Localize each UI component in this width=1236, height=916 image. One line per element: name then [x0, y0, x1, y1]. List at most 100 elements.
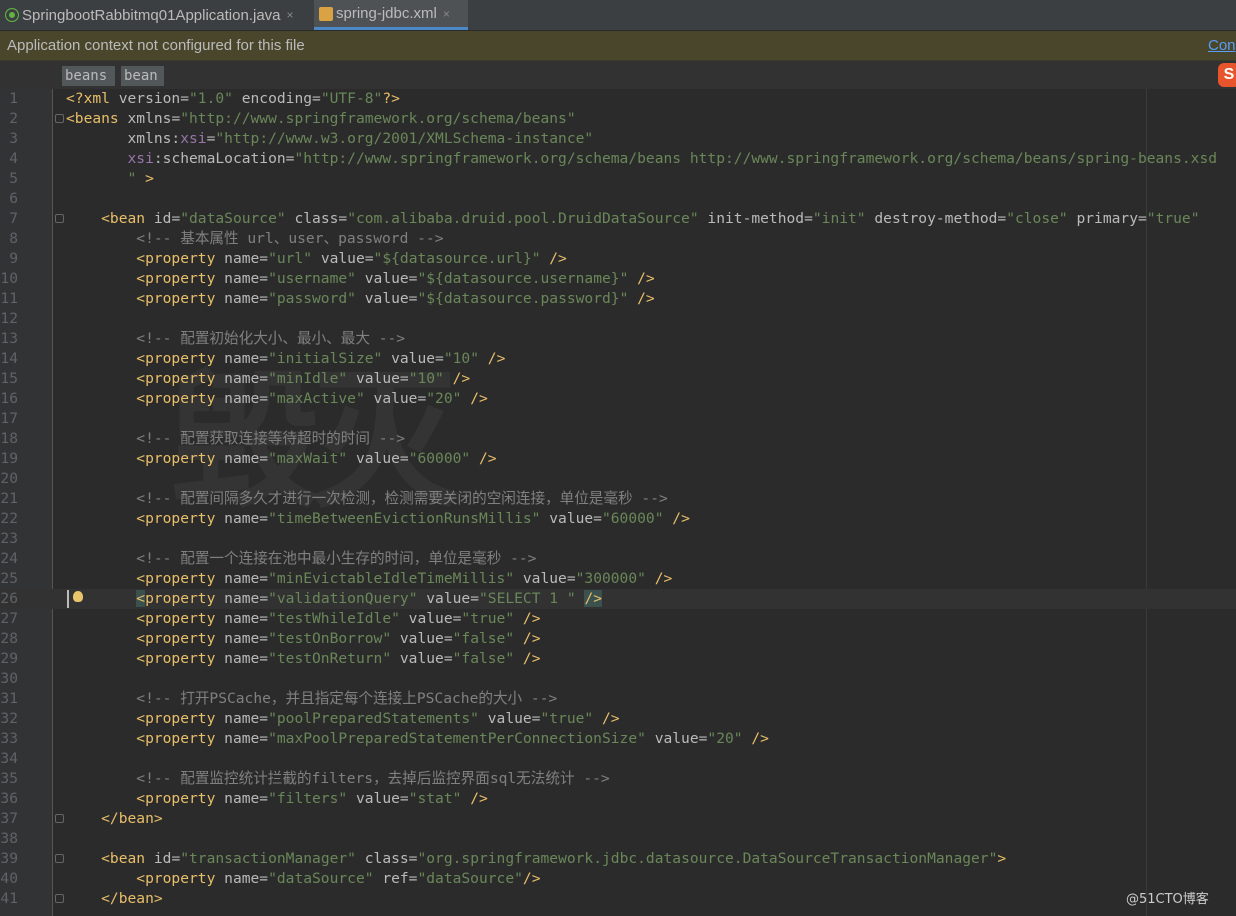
breadcrumb-item-bean[interactable]: bean: [121, 66, 164, 86]
code-line[interactable]: 18 <!-- 配置获取连接等待超时的时间 -->: [0, 429, 1236, 449]
code-text: <property name="dataSource" ref="dataSou…: [66, 870, 541, 887]
fold-marker-icon[interactable]: [55, 114, 64, 123]
sogou-ime-icon[interactable]: S: [1218, 63, 1236, 87]
code-line[interactable]: 3 xmlns:xsi="http://www.w3.org/2001/XMLS…: [0, 129, 1236, 149]
code-line[interactable]: 1 <?xml version="1.0" encoding="UTF-8"?>: [0, 89, 1236, 109]
line-number: 29: [0, 650, 18, 667]
breadcrumb-item-beans[interactable]: beans: [62, 66, 115, 86]
code-line[interactable]: 7 <bean id="dataSource" class="com.aliba…: [0, 209, 1236, 229]
code-line[interactable]: 17: [0, 409, 1236, 429]
line-number: 27: [0, 610, 18, 627]
code-text: <property name="username" value="${datas…: [66, 270, 655, 287]
fold-marker-icon[interactable]: [55, 214, 64, 223]
line-number: 21: [0, 490, 18, 507]
tab-label: spring-jdbc.xml: [336, 5, 437, 22]
code-text: <property name="initialSize" value="10" …: [66, 350, 506, 367]
line-number: 38: [0, 830, 18, 847]
line-number: 24: [0, 550, 18, 567]
tab-spring-jdbc-xml[interactable]: spring-jdbc.xml ×: [314, 0, 468, 30]
line-number: 25: [0, 570, 18, 587]
xml-file-icon: [319, 6, 333, 21]
line-number: 36: [0, 790, 18, 807]
code-line[interactable]: 30: [0, 669, 1236, 689]
tab-springboot-application[interactable]: SpringbootRabbitmq01Application.java ×: [0, 0, 312, 30]
code-line[interactable]: 6: [0, 189, 1236, 209]
code-line[interactable]: 40 <property name="dataSource" ref="data…: [0, 869, 1236, 889]
fold-marker-icon[interactable]: [55, 894, 64, 903]
code-line[interactable]: 10 <property name="username" value="${da…: [0, 269, 1236, 289]
code-line[interactable]: 8 <!-- 基本属性 url、user、password -->: [0, 229, 1236, 249]
line-number: 34: [0, 750, 18, 767]
close-icon[interactable]: ×: [443, 7, 450, 21]
code-line[interactable]: 16 <property name="maxActive" value="20"…: [0, 389, 1236, 409]
line-number: 13: [0, 330, 18, 347]
fold-marker-icon[interactable]: [55, 814, 64, 823]
site-credit: @51CTO博客: [1126, 892, 1209, 907]
configure-link[interactable]: Con: [1208, 37, 1236, 54]
line-number: 7: [9, 210, 18, 227]
code-text: <property name="maxWait" value="60000" /…: [66, 450, 497, 467]
code-line[interactable]: 32 <property name="poolPreparedStatement…: [0, 709, 1236, 729]
line-number: 15: [0, 370, 18, 387]
code-line[interactable]: 23: [0, 529, 1236, 549]
code-line[interactable]: 24 <!-- 配置一个连接在池中最小生存的时间，单位是毫秒 -->: [0, 549, 1236, 569]
code-line[interactable]: 9 <property name="url" value="${datasour…: [0, 249, 1236, 269]
line-number: 19: [0, 450, 18, 467]
line-number: 31: [0, 690, 18, 707]
code-line[interactable]: 20: [0, 469, 1236, 489]
code-line[interactable]: 21 <!-- 配置间隔多久才进行一次检测，检测需要关闭的空闲连接，单位是毫秒 …: [0, 489, 1236, 509]
line-number: 32: [0, 710, 18, 727]
code-line[interactable]: 26 <property name="validationQuery" valu…: [0, 589, 1236, 609]
close-icon[interactable]: ×: [287, 8, 294, 22]
line-number: 22: [0, 510, 18, 527]
code-line[interactable]: 13 <!-- 配置初始化大小、最小、最大 -->: [0, 329, 1236, 349]
code-text: <!-- 基本属性 url、user、password -->: [66, 230, 444, 247]
code-line[interactable]: 41 </bean>: [0, 889, 1236, 909]
code-line[interactable]: 2 <beans xmlns="http://www.springframewor…: [0, 109, 1236, 129]
line-number: 11: [0, 290, 18, 307]
line-number: 12: [0, 310, 18, 327]
line-number: 2: [9, 110, 18, 127]
code-line[interactable]: 12: [0, 309, 1236, 329]
code-line[interactable]: 37 </bean>: [0, 809, 1236, 829]
code-line[interactable]: 22 <property name="timeBetweenEvictionRu…: [0, 509, 1236, 529]
notification-bar: Application context not configured for t…: [0, 31, 1236, 61]
line-number: 9: [9, 250, 18, 267]
breadcrumb: beans bean: [0, 61, 1236, 89]
code-line[interactable]: 31 <!-- 打开PSCache，并且指定每个连接上PSCache的大小 --…: [0, 689, 1236, 709]
code-text: <bean id="transactionManager" class="org…: [66, 850, 1007, 867]
line-number: 35: [0, 770, 18, 787]
code-line[interactable]: 25 <property name="minEvictableIdleTimeM…: [0, 569, 1236, 589]
line-number: 40: [0, 870, 18, 887]
code-line[interactable]: 28 <property name="testOnBorrow" value="…: [0, 629, 1236, 649]
code-line[interactable]: 29 <property name="testOnReturn" value="…: [0, 649, 1236, 669]
code-text: <property name="filters" value="stat" />: [66, 790, 488, 807]
line-number: 23: [0, 530, 18, 547]
code-line[interactable]: 11 <property name="password" value="${da…: [0, 289, 1236, 309]
line-number: 16: [0, 390, 18, 407]
code-text: <property name="url" value="${datasource…: [66, 250, 567, 267]
line-number: 26: [0, 590, 18, 607]
editor-tab-bar: SpringbootRabbitmq01Application.java × s…: [0, 0, 1236, 31]
line-number: 28: [0, 630, 18, 647]
fold-marker-icon[interactable]: [55, 854, 64, 863]
code-line[interactable]: 36 <property name="filters" value="stat"…: [0, 789, 1236, 809]
code-line[interactable]: 38: [0, 829, 1236, 849]
code-line[interactable]: 15 <property name="minIdle" value="10" /…: [0, 369, 1236, 389]
code-line[interactable]: 33 <property name="maxPoolPreparedStatem…: [0, 729, 1236, 749]
code-line[interactable]: 19 <property name="maxWait" value="60000…: [0, 449, 1236, 469]
code-text: <property name="testWhileIdle" value="tr…: [66, 610, 541, 627]
code-line[interactable]: 35 <!-- 配置监控统计拦截的filters，去掉后监控界面sql无法统计 …: [0, 769, 1236, 789]
code-text: <!-- 配置初始化大小、最小、最大 -->: [66, 330, 406, 347]
code-text: xmlns:xsi="http://www.w3.org/2001/XMLSch…: [66, 130, 594, 147]
code-line[interactable]: 14 <property name="initialSize" value="1…: [0, 349, 1236, 369]
line-number: 30: [0, 670, 18, 687]
code-line[interactable]: 4 xsi:schemaLocation="http://www.springf…: [0, 149, 1236, 169]
code-line[interactable]: 39 <bean id="transactionManager" class="…: [0, 849, 1236, 869]
code-line[interactable]: 5 " >: [0, 169, 1236, 189]
code-line[interactable]: 27 <property name="testWhileIdle" value=…: [0, 609, 1236, 629]
code-line[interactable]: 34: [0, 749, 1236, 769]
line-number: 39: [0, 850, 18, 867]
code-text: " >: [66, 170, 154, 187]
code-text: <!-- 配置监控统计拦截的filters，去掉后监控界面sql无法统计 -->: [66, 770, 610, 787]
